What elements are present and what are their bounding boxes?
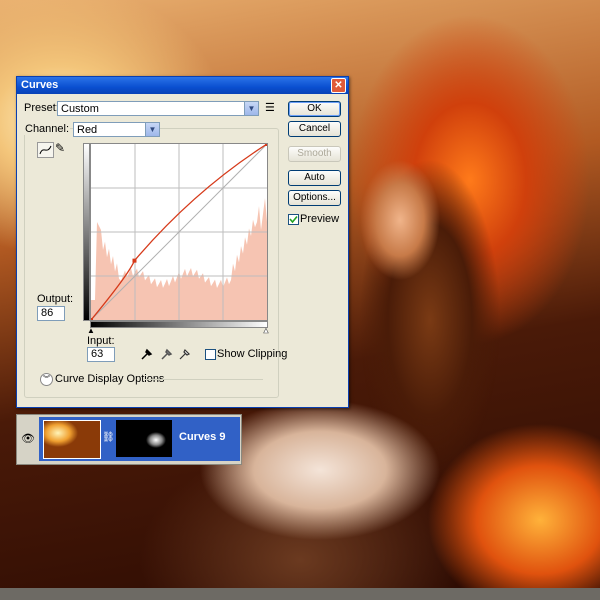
black-point-eyedropper-icon[interactable]	[139, 347, 153, 361]
curve-graph[interactable]	[89, 142, 269, 322]
preset-value: Custom	[61, 103, 99, 115]
pencil-tool-icon[interactable]: ✎	[55, 141, 65, 155]
input-label: Input:	[87, 335, 115, 347]
layer-mask-thumbnail[interactable]	[116, 420, 172, 457]
adjustment-thumbnail[interactable]	[43, 420, 101, 459]
preview-checkbox[interactable]	[288, 214, 299, 225]
dialog-title: Curves	[21, 79, 59, 91]
curve-glyph	[39, 145, 52, 155]
smooth-button[interactable]: Smooth	[288, 146, 341, 162]
curve-point-tool-icon[interactable]	[37, 142, 54, 158]
input-field[interactable]: 63	[87, 347, 115, 362]
close-icon[interactable]: ✕	[331, 78, 346, 93]
preset-options-menu-icon[interactable]: ☰	[265, 101, 275, 114]
dialog-titlebar: Curves ✕	[17, 77, 348, 94]
preset-label: Preset:	[24, 102, 59, 114]
white-point-eyedropper-icon[interactable]	[177, 347, 191, 361]
options-button[interactable]: Options...	[288, 190, 341, 206]
cancel-button[interactable]: Cancel	[288, 121, 341, 137]
ok-button[interactable]: OK	[288, 101, 341, 117]
show-clipping-label: Show Clipping	[217, 348, 288, 360]
output-field[interactable]: 86	[37, 306, 65, 321]
channel-label: Channel:	[24, 123, 71, 135]
layer-curves-9[interactable]: ⛓ Curves 9	[39, 417, 240, 461]
layers-panel-row[interactable]: 👁 ⛓ Curves 9	[16, 414, 242, 465]
bottom-strip	[0, 588, 600, 600]
black-point-slider[interactable]: ▲	[87, 326, 95, 335]
curves-dialog: Curves ✕ Preset: Custom ▼ ☰ OK Cancel Sm…	[16, 76, 349, 408]
show-clipping-checkbox[interactable]	[205, 349, 216, 360]
mask-shape	[146, 432, 166, 448]
checkmark-icon	[289, 215, 298, 224]
chevron-down-icon: ▼	[244, 102, 258, 115]
separator-line	[145, 379, 263, 380]
expand-chevrons-icon[interactable]: ︾	[40, 373, 53, 386]
layer-name: Curves 9	[179, 431, 226, 443]
output-gradient-bar	[83, 143, 90, 321]
eye-icon[interactable]: 👁	[21, 433, 35, 445]
curve-control-point[interactable]	[89, 318, 93, 322]
gray-point-eyedropper-icon[interactable]	[159, 347, 173, 361]
white-point-slider[interactable]: ▲	[262, 326, 271, 336]
chevron-down-icon: ▼	[145, 123, 159, 136]
input-gradient-bar	[90, 321, 268, 328]
chain-link-icon[interactable]: ⛓	[102, 431, 115, 445]
output-label: Output:	[37, 293, 74, 305]
channel-select[interactable]: Red ▼	[73, 122, 160, 137]
curve-control-point[interactable]	[132, 258, 137, 263]
curve-control-point[interactable]	[265, 142, 269, 146]
preset-select[interactable]: Custom ▼	[57, 101, 259, 116]
auto-button[interactable]: Auto	[288, 170, 341, 186]
preview-label: Preview	[300, 213, 340, 225]
curve-plot[interactable]	[89, 142, 269, 322]
channel-value: Red	[77, 124, 98, 136]
